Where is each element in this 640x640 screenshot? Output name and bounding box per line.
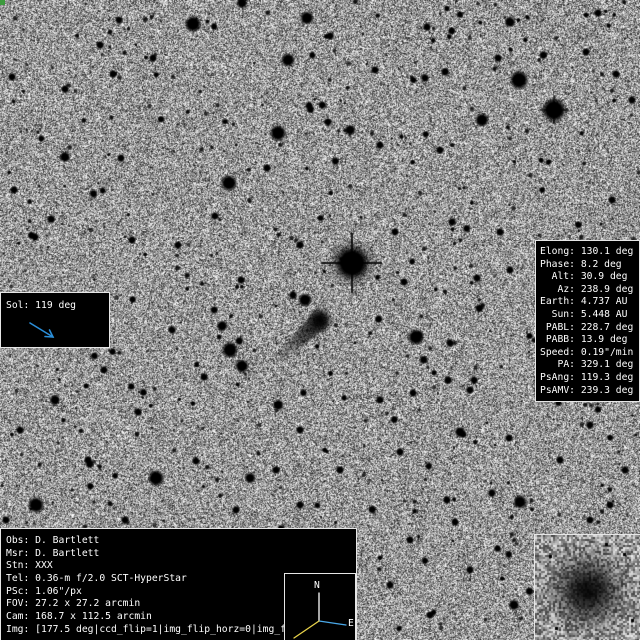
ephemeris-label: PABL: bbox=[545, 321, 575, 333]
observation-value: D. Bartlett bbox=[35, 547, 100, 559]
ephemeris-label: Phase: bbox=[540, 258, 575, 270]
observation-value: 27.2 x 27.2 arcmin bbox=[35, 598, 141, 610]
compass-east-label: E bbox=[348, 618, 354, 629]
ephemeris-value: 329.1 deg bbox=[580, 359, 634, 371]
ephemeris-label: PsAng: bbox=[540, 371, 575, 383]
ephemeris-value: 13.9 deg bbox=[580, 334, 628, 346]
ephemeris-label: PABB: bbox=[545, 334, 575, 346]
ephemeris-row-az: Az: 238.9 deg bbox=[540, 284, 639, 297]
compass-rose-icon: N E bbox=[293, 580, 354, 639]
ephemeris-row-pabb: PABB: 13.9 deg bbox=[540, 334, 639, 347]
ephemeris-value: 4.737 AU bbox=[580, 296, 628, 308]
ephemeris-label: Earth: bbox=[540, 296, 575, 308]
observation-value: [177.5 deg|ccd_flip=1|img_flip_horz=0|im… bbox=[35, 623, 286, 635]
ephemeris-value: 130.1 deg bbox=[580, 246, 634, 257]
ephemeris-row-alt: Alt: 30.9 deg bbox=[540, 271, 639, 284]
sun-direction-arrow-icon bbox=[29, 322, 55, 338]
ephemeris-value: 239.3 deg bbox=[580, 384, 634, 396]
observation-row-msr: Msr: D. Bartlett bbox=[6, 548, 356, 561]
observation-value: 168.7 x 112.5 arcmin bbox=[35, 611, 152, 623]
ephemeris-row-elong: Elong: 130.1 deg bbox=[540, 246, 639, 259]
ephemeris-panel: Elong: 130.1 deg Phase: 8.2 deg Alt: 30.9 d… bbox=[535, 240, 640, 402]
ephemeris-value: 5.448 AU bbox=[580, 308, 628, 320]
ephemeris-row-sun: Sun: 5.448 AU bbox=[540, 309, 639, 322]
ephemeris-label: Sun: bbox=[551, 308, 575, 320]
ephemeris-row-pabl: PABL: 228.7 deg bbox=[540, 322, 639, 335]
compass-east-line bbox=[318, 620, 347, 626]
observation-value: XXX bbox=[35, 560, 53, 572]
target-zoom-image bbox=[535, 535, 640, 640]
ephemeris-label: PsAMV: bbox=[540, 384, 575, 396]
observation-label: Tel: bbox=[6, 573, 30, 585]
ephemeris-value: 228.7 deg bbox=[580, 321, 634, 333]
observation-label: PSc: bbox=[6, 585, 30, 597]
observation-value: 1.06"/px bbox=[35, 585, 82, 597]
ephemeris-row-psang: PsAng: 119.3 deg bbox=[540, 372, 639, 385]
observation-value: 0.36-m f/2.0 SCT-HyperStar bbox=[35, 573, 187, 585]
ephemeris-label: Az: bbox=[557, 283, 575, 295]
corner-marker bbox=[0, 0, 5, 5]
ephemeris-value: 30.9 deg bbox=[580, 271, 628, 283]
observation-value: D. Bartlett bbox=[35, 535, 100, 546]
ephemeris-row-earth: Earth: 4.737 AU bbox=[540, 296, 639, 309]
observation-row-stn: Stn: XXX bbox=[6, 560, 356, 573]
target-zoom-thumbnail bbox=[534, 534, 640, 640]
sun-direction-panel: Sol: 119 deg bbox=[0, 292, 110, 348]
ephemeris-label: Speed: bbox=[540, 346, 575, 358]
observation-label: Img: bbox=[6, 623, 30, 635]
ephemeris-label: Elong: bbox=[540, 246, 575, 257]
ephemeris-row-speed: Speed: 0.19"/min bbox=[540, 347, 639, 360]
observation-label: Stn: bbox=[6, 560, 30, 572]
observation-label: Obs: bbox=[6, 535, 30, 546]
ephemeris-value: 119.3 deg bbox=[580, 371, 634, 383]
compass-motion-line bbox=[293, 620, 320, 639]
compass-panel: N E bbox=[284, 573, 356, 640]
observation-row-obs: Obs: D. Bartlett bbox=[6, 535, 356, 548]
ephemeris-value: 8.2 deg bbox=[580, 258, 622, 270]
ephemeris-label: PA: bbox=[557, 359, 575, 371]
compass-north-label: N bbox=[314, 580, 320, 591]
ephemeris-row-pa: PA: 329.1 deg bbox=[540, 359, 639, 372]
ephemeris-value: 238.9 deg bbox=[580, 283, 634, 295]
observation-label: Cam: bbox=[6, 611, 30, 623]
ephemeris-row-psamv: PsAMV: 239.3 deg bbox=[540, 385, 639, 398]
observation-label: Msr: bbox=[6, 547, 30, 559]
ephemeris-label: Alt: bbox=[551, 271, 575, 283]
ephemeris-value: 0.19"/min bbox=[580, 346, 634, 358]
ephemeris-row-phase: Phase: 8.2 deg bbox=[540, 259, 639, 272]
observation-label: FOV: bbox=[6, 598, 30, 610]
